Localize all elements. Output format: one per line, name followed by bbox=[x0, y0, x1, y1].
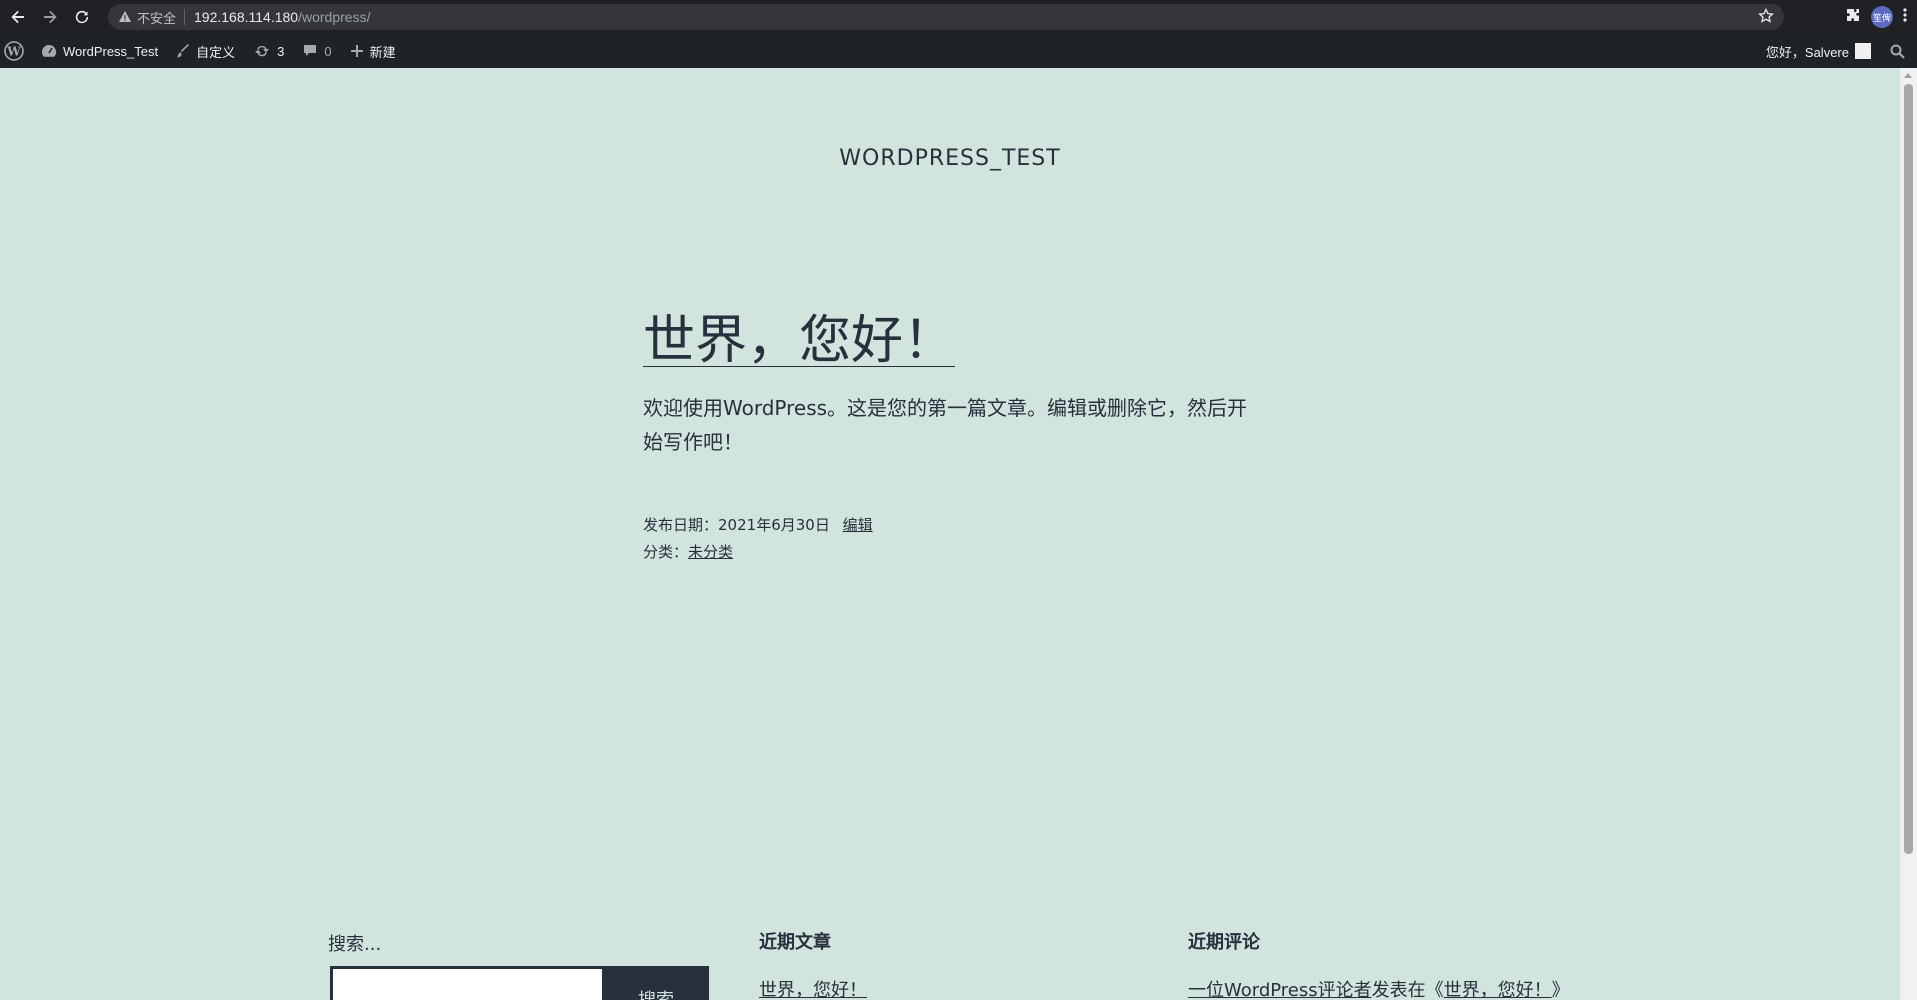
avatar bbox=[1855, 43, 1871, 59]
category-link[interactable]: 未分类 bbox=[688, 543, 733, 561]
updates-count: 3 bbox=[277, 43, 285, 59]
recent-posts-heading: 近期文章 bbox=[759, 932, 831, 953]
post-date: 2021年6月30日 bbox=[718, 516, 830, 534]
plus-icon bbox=[350, 45, 363, 57]
wordpress-logo-icon: W bbox=[4, 41, 24, 61]
menu-kebab-icon[interactable] bbox=[1903, 7, 1907, 27]
extensions-puzzle-icon[interactable] bbox=[1845, 7, 1861, 27]
adminbar-updates[interactable]: 3 bbox=[244, 34, 293, 68]
back-button[interactable] bbox=[2, 0, 34, 34]
date-prefix: 发布日期： bbox=[643, 516, 719, 534]
recent-comments-heading: 近期评论 bbox=[1188, 932, 1260, 953]
security-label: 不安全 bbox=[137, 10, 177, 26]
back-arrow-icon bbox=[11, 10, 24, 24]
security-indicator[interactable]: 不安全 bbox=[118, 8, 176, 27]
comment-author-link[interactable]: 一位WordPress评论者 bbox=[1188, 980, 1372, 1000]
omnibox-separator bbox=[184, 9, 186, 25]
site-title[interactable]: WORDPRESS_TEST bbox=[0, 146, 1900, 171]
post-excerpt-line: 始写作吧！ bbox=[643, 430, 743, 454]
url-path: /wordpress/ bbox=[298, 9, 371, 25]
url-host: 192.168.114.180 bbox=[194, 9, 299, 25]
search-widget-label: 搜索... bbox=[328, 934, 382, 955]
search-input[interactable] bbox=[330, 966, 605, 1000]
scroll-up-arrow-icon[interactable] bbox=[1904, 73, 1912, 78]
dashboard-gauge-icon bbox=[42, 44, 57, 57]
adminbar-search[interactable] bbox=[1880, 34, 1917, 68]
recent-comment-item: 一位WordPress评论者发表在《世界，您好！》 bbox=[1188, 976, 1570, 1000]
adminbar-customize[interactable]: 自定义 bbox=[167, 34, 244, 68]
comments-count: 0 bbox=[324, 43, 332, 59]
comment-end-text: 》 bbox=[1551, 980, 1570, 1000]
category-prefix: 分类： bbox=[643, 543, 689, 561]
updates-icon bbox=[255, 45, 270, 57]
toolbar-actions: 笙俾 bbox=[1845, 0, 1917, 34]
new-label: 新建 bbox=[369, 44, 396, 60]
comment-mid-text: 发表在《 bbox=[1371, 980, 1444, 1000]
reload-button[interactable] bbox=[66, 0, 98, 34]
paintbrush-icon bbox=[177, 44, 190, 58]
recent-post-link[interactable]: 世界，您好！ bbox=[759, 976, 867, 1000]
post-title-link[interactable]: 世界，您好！ bbox=[643, 298, 955, 373]
comment-post-link[interactable]: 世界，您好！ bbox=[1444, 980, 1552, 1000]
wp-logo-menu[interactable]: W bbox=[0, 34, 32, 68]
bookmark-star-icon[interactable] bbox=[1758, 7, 1774, 27]
customize-label: 自定义 bbox=[196, 44, 236, 60]
adminbar-comments[interactable]: 0 bbox=[293, 34, 340, 68]
forward-button[interactable] bbox=[34, 0, 66, 34]
post-date-meta: 发布日期：2021年6月30日 编辑 bbox=[643, 514, 873, 535]
adminbar-site-name[interactable]: WordPress_Test bbox=[32, 34, 167, 68]
wp-admin-bar: W WordPress_Test 自定义 3 0 新建 您好，Salvere bbox=[0, 34, 1917, 68]
adminbar-new[interactable]: 新建 bbox=[341, 34, 405, 68]
adminbar-my-account[interactable]: 您好，Salvere bbox=[1757, 34, 1880, 68]
address-bar[interactable]: 不安全 192.168.114.180/wordpress/ bbox=[108, 4, 1784, 30]
browser-toolbar: 不安全 192.168.114.180/wordpress/ 笙俾 bbox=[0, 0, 1917, 34]
page-scrollbar[interactable] bbox=[1900, 68, 1917, 1000]
adminbar-secondary: 您好，Salvere bbox=[1757, 34, 1917, 68]
forward-arrow-icon bbox=[44, 10, 57, 24]
post-excerpt-line: 欢迎使用WordPress。这是您的第一篇文章。编辑或删除它，然后开 bbox=[643, 396, 1248, 420]
search-icon bbox=[1890, 44, 1905, 59]
svg-text:W: W bbox=[6, 45, 21, 59]
edit-post-link[interactable]: 编辑 bbox=[843, 516, 873, 534]
reload-icon bbox=[75, 10, 89, 24]
greeting-label: 您好，Salvere bbox=[1765, 44, 1849, 60]
search-submit-button[interactable]: 搜索 bbox=[603, 966, 709, 1000]
comment-bubble-icon bbox=[304, 45, 317, 56]
post-category-meta: 分类：未分类 bbox=[643, 541, 733, 562]
scroll-thumb[interactable] bbox=[1904, 84, 1913, 854]
warning-icon bbox=[119, 11, 131, 22]
profile-avatar[interactable]: 笙俾 bbox=[1871, 6, 1893, 28]
site-name-label: WordPress_Test bbox=[63, 43, 159, 59]
post-excerpt: 欢迎使用WordPress。这是您的第一篇文章。编辑或删除它，然后开 始写作吧！ bbox=[643, 391, 1263, 459]
